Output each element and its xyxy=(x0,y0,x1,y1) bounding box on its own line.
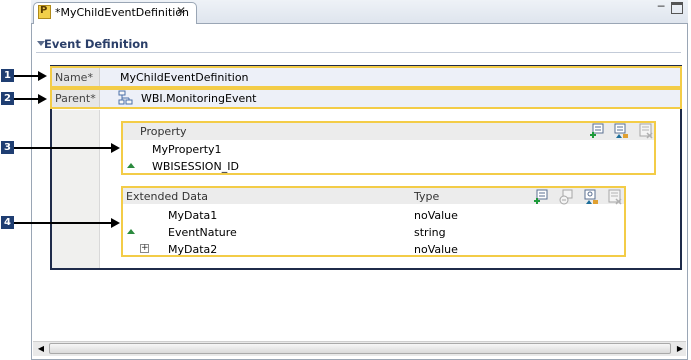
maximize-icon[interactable] xyxy=(671,2,683,14)
name-label: Name* xyxy=(55,71,93,84)
callout-badge: 1 xyxy=(1,69,14,82)
extended-data-row-name[interactable]: MyData2 xyxy=(168,243,217,256)
event-hierarchy-icon xyxy=(118,90,133,105)
callout-arrowhead xyxy=(111,143,120,153)
minimize-icon[interactable]: ─ xyxy=(655,1,667,14)
inherit-property-icon[interactable] xyxy=(613,123,629,139)
scroll-right-icon[interactable]: ▶ xyxy=(674,343,686,355)
remove-extended-data-icon[interactable] xyxy=(607,189,623,205)
property-column-header: Property xyxy=(140,125,187,138)
extended-data-row-name[interactable]: EventNature xyxy=(168,226,237,239)
add-extended-data-icon[interactable] xyxy=(533,189,549,205)
property-item[interactable]: MyProperty1 xyxy=(152,143,222,156)
callout-arrowhead xyxy=(38,71,47,81)
section-title[interactable]: Event Definition xyxy=(44,37,148,51)
parent-field[interactable]: WBI.MonitoringEvent xyxy=(141,92,257,105)
callout-arrowhead xyxy=(111,218,120,228)
remove-property-icon[interactable] xyxy=(638,123,654,139)
inherit-extended-data-icon[interactable] xyxy=(583,189,599,205)
extended-data-row-type[interactable]: string xyxy=(414,226,446,239)
callout-badge: 2 xyxy=(1,92,14,105)
close-tab-icon[interactable]: ✕ xyxy=(176,4,186,18)
callout-badge: 4 xyxy=(1,216,14,229)
callout-arrow xyxy=(14,222,112,224)
inherited-marker-icon xyxy=(127,163,135,168)
add-property-icon[interactable] xyxy=(589,123,605,139)
callout-arrow xyxy=(14,75,39,77)
section-divider xyxy=(36,52,681,53)
tab-title: *MyChildEventDefinition xyxy=(55,6,190,19)
callout-badge: 3 xyxy=(1,141,14,154)
extended-data-row-type[interactable]: noValue xyxy=(414,209,458,222)
panel-margin xyxy=(52,110,100,268)
extended-data-row-type[interactable]: noValue xyxy=(414,243,458,256)
callout-arrow xyxy=(14,147,112,149)
name-field[interactable]: MyChildEventDefinition xyxy=(120,71,249,84)
callout-arrowhead xyxy=(38,94,47,104)
extended-data-column-header: Extended Data xyxy=(126,190,209,203)
callout-arrow xyxy=(14,98,39,100)
scroll-left-icon[interactable]: ◀ xyxy=(35,343,47,355)
plan-file-icon xyxy=(38,5,51,19)
extended-data-row-name[interactable]: MyData1 xyxy=(168,209,217,222)
inherited-marker-icon xyxy=(127,229,135,234)
parent-label: Parent* xyxy=(55,92,96,105)
reference-extended-data-icon[interactable] xyxy=(558,189,574,205)
property-item[interactable]: WBISESSION_ID xyxy=(152,160,239,173)
type-column-header: Type xyxy=(414,190,440,203)
property-table-header xyxy=(123,123,654,140)
scrollbar-thumb[interactable] xyxy=(49,343,671,354)
expand-icon[interactable]: + xyxy=(140,244,149,253)
